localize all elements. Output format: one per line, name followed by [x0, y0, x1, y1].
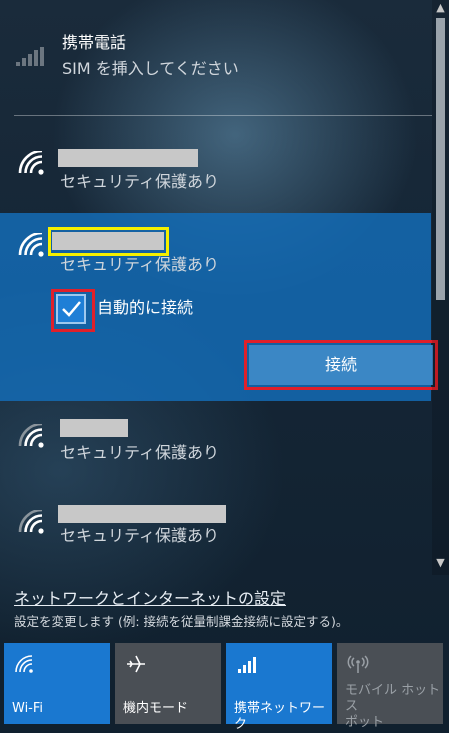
cellular-signal-icon: [16, 47, 44, 66]
airplane-mode-tile[interactable]: 機内モード: [115, 643, 221, 724]
tile-label: Wi-Fi: [12, 701, 44, 716]
auto-connect-label: 自動的に接続: [97, 298, 194, 317]
scrollbar-thumb[interactable]: [436, 18, 445, 300]
airplane-icon: [127, 655, 145, 673]
network-security-status: セキュリティ保護あり: [60, 172, 220, 191]
wifi-toggle-tile[interactable]: Wi-Fi: [4, 643, 110, 724]
cellular-status: SIM を挿入してください: [62, 59, 239, 78]
divider: [14, 115, 432, 116]
wifi-signal-icon: [18, 233, 44, 257]
hotspot-icon: [347, 655, 369, 673]
highlight-box-checkbox: [51, 289, 95, 332]
cellular-signal-icon: [238, 657, 256, 673]
redacted-network-name: [58, 505, 226, 523]
wifi-icon: [15, 655, 33, 673]
highlight-box-connect-button: [244, 340, 438, 390]
network-settings-link[interactable]: ネットワークとインターネットの設定: [14, 585, 286, 609]
scroll-up-icon[interactable]: ▲: [432, 0, 449, 16]
wifi-signal-icon: [18, 424, 44, 448]
redacted-network-name: [60, 419, 128, 437]
network-security-status: セキュリティ保護あり: [60, 255, 220, 274]
wifi-signal-icon: [18, 151, 44, 175]
scroll-down-icon[interactable]: ▼: [432, 555, 449, 571]
network-settings-description: 設定を変更します (例: 接続を従量制課金接続に設定する)。: [14, 614, 349, 629]
cellular-title: 携帯電話: [62, 33, 127, 52]
network-list-panel: 携帯電話 SIM を挿入してください セキュリティ保護あり セキュリティ保護あり…: [0, 0, 438, 575]
tile-label: 機内モード: [123, 701, 189, 716]
network-security-status: セキュリティ保護あり: [60, 443, 220, 462]
highlight-box-network-name: [48, 227, 169, 256]
wifi-signal-icon: [18, 510, 44, 534]
tile-label-line: ポット: [345, 715, 385, 730]
network-security-status: セキュリティ保護あり: [60, 526, 220, 545]
tile-label: 携帯ネットワーク: [234, 701, 326, 732]
tile-label: モバイル ホットス ポット: [345, 683, 443, 731]
mobile-hotspot-tile[interactable]: モバイル ホットス ポット: [337, 643, 443, 730]
cellular-toggle-tile[interactable]: 携帯ネットワーク: [226, 643, 332, 732]
redacted-network-name: [58, 149, 198, 167]
tile-label-line: モバイル ホットス: [345, 683, 441, 714]
